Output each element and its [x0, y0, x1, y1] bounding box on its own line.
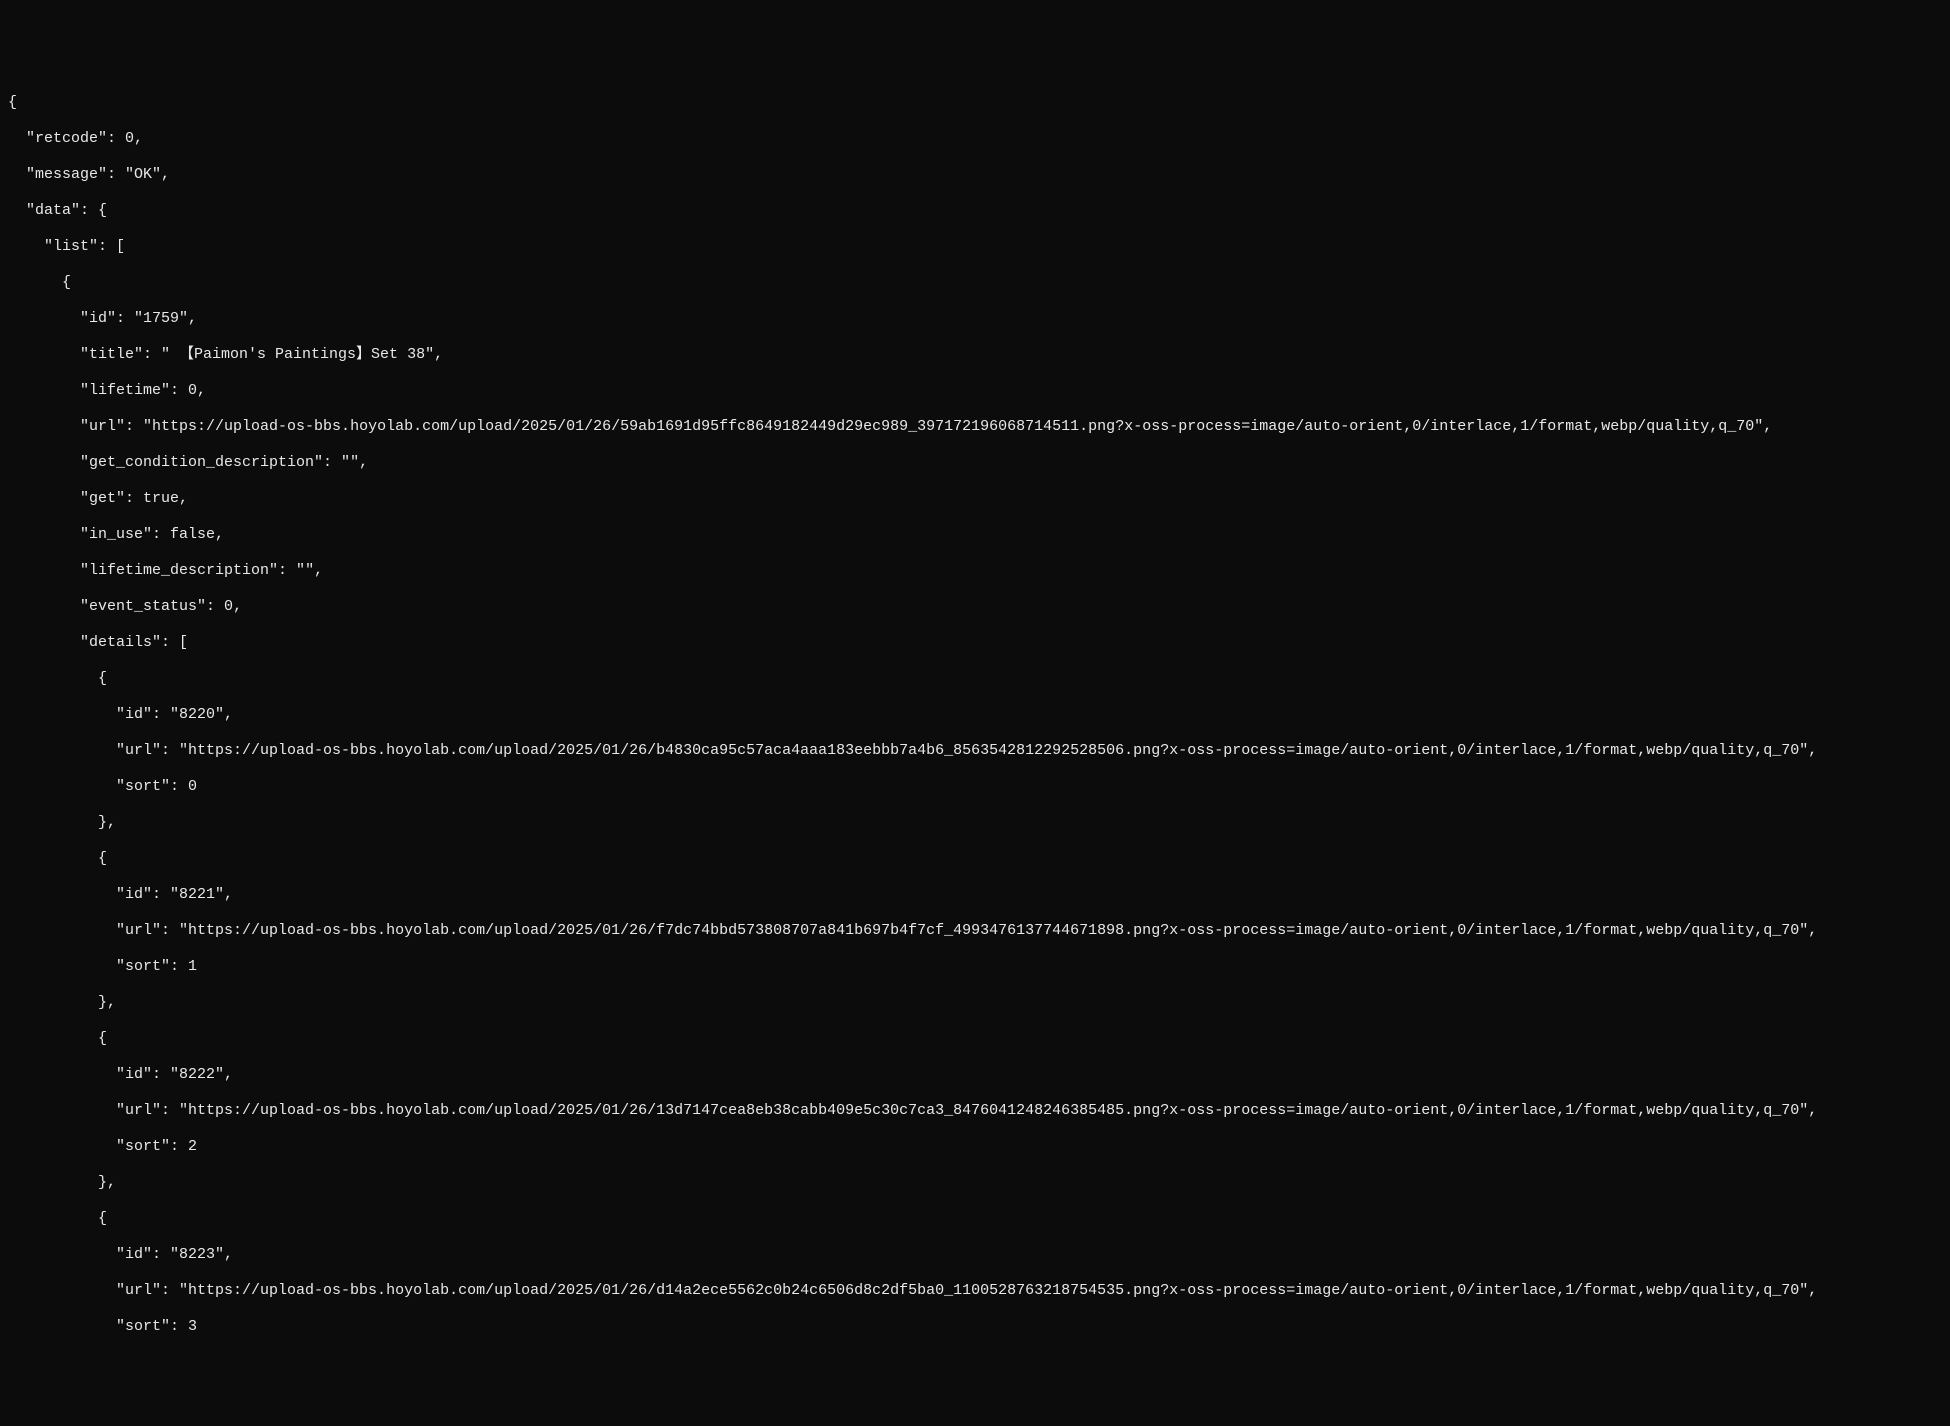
- json-line: },: [8, 814, 1942, 832]
- json-line: },: [8, 1174, 1942, 1192]
- value-detail-url: https://upload-os-bbs.hoyolab.com/upload…: [188, 1102, 1799, 1119]
- value-detail-url: https://upload-os-bbs.hoyolab.com/upload…: [188, 922, 1799, 939]
- json-line: {: [8, 94, 1942, 112]
- json-line: "id": "8220",: [8, 706, 1942, 724]
- json-line: {: [8, 670, 1942, 688]
- json-line: "id": "8223",: [8, 1246, 1942, 1264]
- json-line: "url": "https://upload-os-bbs.hoyolab.co…: [8, 418, 1942, 436]
- value-detail-id: 8220: [179, 706, 215, 723]
- json-line: "event_status": 0,: [8, 598, 1942, 616]
- json-line: "lifetime_description": "",: [8, 562, 1942, 580]
- json-line: "get": true,: [8, 490, 1942, 508]
- value-detail-id: 8222: [179, 1066, 215, 1083]
- value-detail-sort: 3: [188, 1318, 197, 1335]
- json-line: "in_use": false,: [8, 526, 1942, 544]
- json-line: "sort": 1: [8, 958, 1942, 976]
- json-line: {: [8, 274, 1942, 292]
- json-line: {: [8, 1030, 1942, 1048]
- json-line: "url": "https://upload-os-bbs.hoyolab.co…: [8, 1282, 1942, 1300]
- json-line: "list": [: [8, 238, 1942, 256]
- value-list-get: true: [143, 490, 179, 507]
- json-line: "sort": 3: [8, 1318, 1942, 1336]
- value-list-id: 1759: [143, 310, 179, 327]
- json-line: "sort": 2: [8, 1138, 1942, 1156]
- value-list-title: 【Paimon's Paintings】Set 38: [170, 346, 425, 363]
- value-detail-sort: 1: [188, 958, 197, 975]
- value-message: OK: [134, 166, 152, 183]
- json-line: "details": [: [8, 634, 1942, 652]
- json-line: "id": "1759",: [8, 310, 1942, 328]
- json-line: "title": " 【Paimon's Paintings】Set 38",: [8, 346, 1942, 364]
- value-detail-url: https://upload-os-bbs.hoyolab.com/upload…: [188, 742, 1799, 759]
- json-line: },: [8, 994, 1942, 1012]
- json-line: "get_condition_description": "",: [8, 454, 1942, 472]
- json-line: "sort": 0: [8, 778, 1942, 796]
- json-line: "retcode": 0,: [8, 130, 1942, 148]
- value-retcode: 0: [125, 130, 134, 147]
- json-line: "url": "https://upload-os-bbs.hoyolab.co…: [8, 742, 1942, 760]
- value-detail-sort: 2: [188, 1138, 197, 1155]
- value-detail-id: 8223: [179, 1246, 215, 1263]
- value-detail-id: 8221: [179, 886, 215, 903]
- value-detail-url: https://upload-os-bbs.hoyolab.com/upload…: [188, 1282, 1799, 1299]
- json-line: "id": "8222",: [8, 1066, 1942, 1084]
- json-line: {: [8, 850, 1942, 868]
- json-line: "message": "OK",: [8, 166, 1942, 184]
- json-line: "id": "8221",: [8, 886, 1942, 904]
- json-line: "url": "https://upload-os-bbs.hoyolab.co…: [8, 1102, 1942, 1120]
- value-list-es: 0: [224, 598, 233, 615]
- value-detail-sort: 0: [188, 778, 197, 795]
- json-viewer: { "retcode": 0, "message": "OK", "data":…: [0, 72, 1950, 1354]
- json-line: "url": "https://upload-os-bbs.hoyolab.co…: [8, 922, 1942, 940]
- json-line: {: [8, 1210, 1942, 1228]
- value-list-lifetime: 0: [188, 382, 197, 399]
- json-line: "lifetime": 0,: [8, 382, 1942, 400]
- value-list-inuse: false: [170, 526, 215, 543]
- value-list-url: https://upload-os-bbs.hoyolab.com/upload…: [152, 418, 1754, 435]
- json-line: "data": {: [8, 202, 1942, 220]
